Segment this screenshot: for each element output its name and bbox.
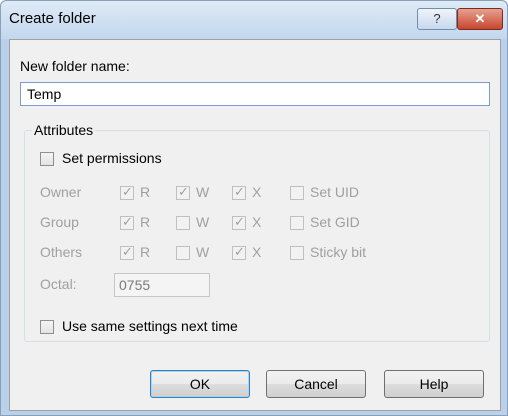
check-icon: ✓ bbox=[234, 214, 245, 229]
help-title-button[interactable]: ? bbox=[417, 8, 457, 30]
ok-button[interactable]: OK bbox=[150, 370, 250, 398]
create-folder-dialog: Create folder ? ✕ New folder name: Attri… bbox=[0, 0, 508, 416]
check-icon: ✓ bbox=[178, 184, 189, 199]
special-bit-checkbox[interactable] bbox=[290, 186, 304, 200]
octal-input[interactable] bbox=[114, 273, 210, 297]
perm-x-label: X bbox=[252, 244, 262, 260]
perm-w-checkbox[interactable] bbox=[176, 246, 190, 260]
perm-w-checkbox[interactable]: ✓ bbox=[176, 184, 190, 200]
help-button[interactable]: Help bbox=[384, 370, 484, 398]
set-permissions-label: Set permissions bbox=[62, 150, 162, 166]
perm-w-label: W bbox=[196, 244, 210, 260]
set-permissions-checkbox[interactable] bbox=[40, 152, 54, 166]
check-icon: ✓ bbox=[122, 184, 133, 199]
perm-r-label: R bbox=[140, 184, 151, 200]
same-settings-checkbox[interactable] bbox=[40, 320, 54, 334]
octal-label: Octal: bbox=[40, 276, 77, 292]
close-icon: ✕ bbox=[474, 11, 486, 26]
check-icon: ✓ bbox=[122, 214, 133, 229]
perm-r-label: R bbox=[140, 244, 151, 260]
perm-row-label: Others bbox=[40, 244, 83, 260]
perm-w-label: W bbox=[196, 214, 210, 230]
special-bit-label: Set UID bbox=[310, 184, 360, 200]
dialog-body: New folder name: Attributes Set permissi… bbox=[9, 39, 501, 411]
special-bit-label: Sticky bit bbox=[310, 244, 367, 260]
perm-r-checkbox[interactable]: ✓ bbox=[120, 184, 134, 200]
perm-w-label: W bbox=[196, 184, 210, 200]
question-icon: ? bbox=[433, 11, 441, 26]
special-bit-checkbox[interactable] bbox=[290, 216, 304, 230]
perm-x-checkbox[interactable]: ✓ bbox=[232, 184, 246, 200]
perm-row-label: Group bbox=[40, 214, 79, 230]
folder-name-input[interactable] bbox=[20, 82, 490, 106]
perm-row-label: Owner bbox=[40, 184, 82, 200]
perm-r-checkbox[interactable]: ✓ bbox=[120, 244, 134, 260]
special-bit-checkbox[interactable] bbox=[290, 246, 304, 260]
perm-x-label: X bbox=[252, 184, 262, 200]
check-icon: ✓ bbox=[122, 244, 133, 259]
attributes-label: Attributes bbox=[32, 122, 96, 138]
cancel-button[interactable]: Cancel bbox=[266, 370, 366, 398]
perm-x-label: X bbox=[252, 214, 262, 230]
check-icon: ✓ bbox=[234, 244, 245, 259]
perm-r-label: R bbox=[140, 214, 151, 230]
perm-x-checkbox[interactable]: ✓ bbox=[232, 244, 246, 260]
perm-r-checkbox[interactable]: ✓ bbox=[120, 214, 134, 230]
special-bit-label: Set GID bbox=[310, 214, 360, 230]
title-bar[interactable]: Create folder ? ✕ bbox=[1, 1, 507, 39]
close-button[interactable]: ✕ bbox=[457, 8, 503, 30]
same-settings-label: Use same settings next time bbox=[62, 318, 238, 334]
check-icon: ✓ bbox=[234, 184, 245, 199]
folder-name-label: New folder name: bbox=[20, 58, 130, 74]
perm-w-checkbox[interactable] bbox=[176, 216, 190, 230]
dialog-title: Create folder bbox=[9, 10, 96, 27]
perm-x-checkbox[interactable]: ✓ bbox=[232, 214, 246, 230]
